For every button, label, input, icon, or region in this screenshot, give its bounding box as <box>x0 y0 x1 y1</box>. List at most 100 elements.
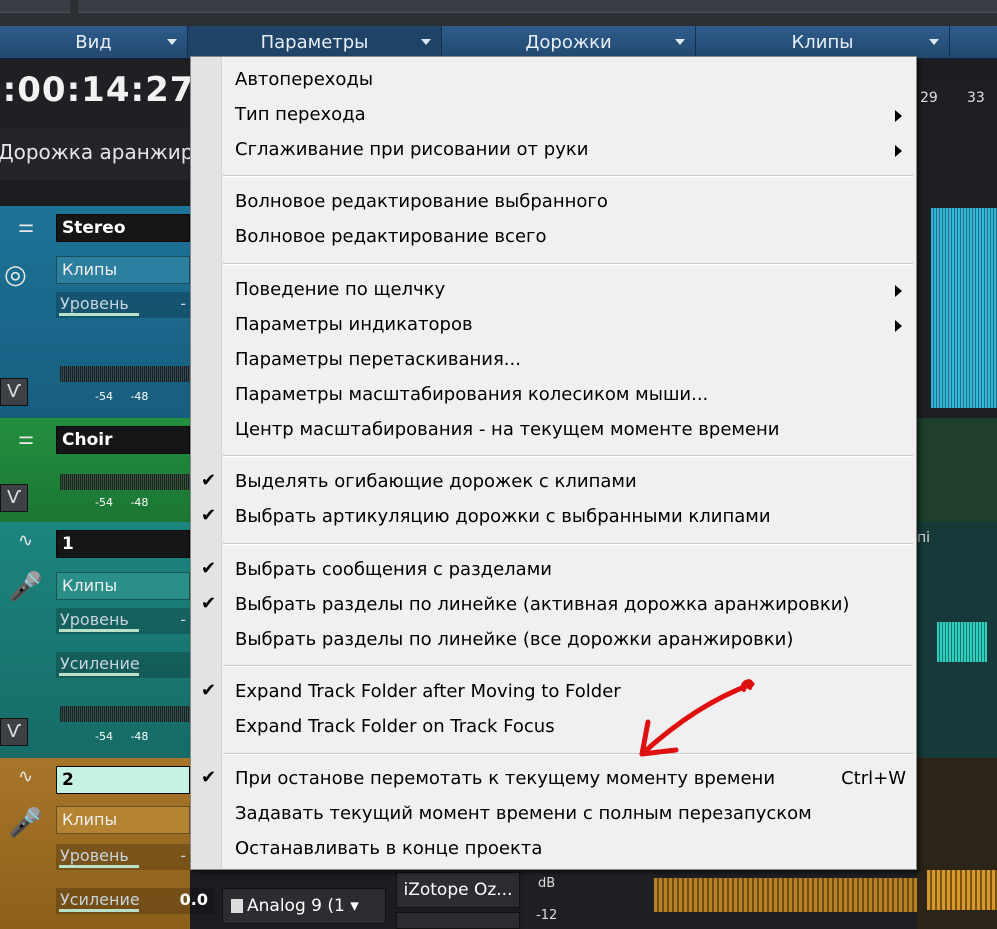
track-1-lane: пі <box>917 522 997 758</box>
checkmark-icon: ✔ <box>201 680 217 701</box>
menu-item-label: Параметры индикаторов <box>235 314 473 335</box>
waveform-button[interactable]: Ѵ <box>0 378 28 406</box>
menu-item-set-now-full-restart[interactable]: Задавать текущий момент времени с полным… <box>191 797 916 831</box>
menu-item-wave-edit-all[interactable]: Волновое редактирование всего <box>191 220 916 254</box>
level-meter <box>60 474 190 490</box>
clips-selector[interactable]: Клипы <box>56 806 190 834</box>
menu-item-label: Задавать текущий момент времени с полным… <box>235 803 812 824</box>
level-label: Уровень <box>60 294 129 313</box>
gain-label: Усиление <box>60 890 140 909</box>
clips-selector[interactable]: Клипы <box>56 256 190 284</box>
level-slider[interactable]: Уровень - <box>56 608 190 634</box>
level-meter <box>60 366 190 382</box>
level-value: - <box>180 294 186 313</box>
track-name-field[interactable]: Choir <box>56 426 190 454</box>
gain-slider[interactable]: Усиление <box>56 652 190 678</box>
toolbar-segment <box>0 0 70 13</box>
menu-item-stop-at-project-end[interactable]: Останавливать в конце проекта <box>191 832 916 866</box>
checkmark-icon: ✔ <box>201 593 217 614</box>
menu-item-label: Expand Track Folder on Track Focus <box>235 716 555 737</box>
menu-item-select-track-envelopes[interactable]: ✔ Выделять огибающие дорожек с клипами <box>191 465 916 499</box>
gain-label: Усиление <box>60 654 140 673</box>
menu-view-label: Вид <box>75 31 112 53</box>
menu-view[interactable]: Вид <box>0 26 188 58</box>
menu-clips[interactable]: Клипы <box>696 26 950 58</box>
chevron-down-icon: ▾ <box>350 896 359 916</box>
clips-selector[interactable]: Клипы <box>56 572 190 600</box>
analog-plugin-slot[interactable]: Analog 9 (1 ▾ <box>222 888 386 924</box>
track-settings-icon[interactable]: ⚌ <box>18 428 34 449</box>
menu-item-expand-folder-after-move[interactable]: ✔ Expand Track Folder after Moving to Fo… <box>191 675 916 709</box>
chevron-down-icon <box>675 39 685 45</box>
track-settings-icon[interactable]: ⚌ <box>18 216 34 237</box>
arrangement-track-label[interactable]: Дорожка аранжир <box>0 140 194 164</box>
menu-item-return-to-now-on-stop[interactable]: ✔ При останове перемотать к текущему мом… <box>191 762 916 796</box>
menu-item-mouse-wheel-zoom-options[interactable]: Параметры масштабирования колесиком мыши… <box>191 378 916 412</box>
menu-item-select-track-articulation[interactable]: ✔ Выбрать артикуляцию дорожки с выбранны… <box>191 500 916 534</box>
track-1-waveform <box>937 622 987 662</box>
track-2-lane <box>917 758 997 929</box>
menu-item-meter-options[interactable]: Параметры индикаторов <box>191 308 916 342</box>
level-label: Уровень <box>60 846 129 865</box>
waveform-button[interactable]: Ѵ <box>0 484 28 512</box>
menu-item-label: Поведение по щелчку <box>235 279 446 300</box>
menu-item-label: Автопереходы <box>235 69 374 90</box>
plugin-slot[interactable] <box>396 912 520 929</box>
menu-item-drag-options[interactable]: Параметры перетаскивания... <box>191 343 916 377</box>
menu-item-label: Тип перехода <box>235 104 366 125</box>
track-1[interactable]: ∿ 🎤 1 Клипы Уровень - Усиление -54 -48 Ѵ <box>0 522 190 758</box>
menu-item-auto-crossfades[interactable]: Автопереходы <box>191 63 916 97</box>
clip-area[interactable] <box>654 870 917 929</box>
track-name-field[interactable]: 2 <box>56 766 190 794</box>
turntable-icon: ◎ <box>4 260 27 290</box>
track-view-pane[interactable]: пі <box>917 118 997 929</box>
izotope-plugin-slot[interactable]: iZotope Oz... <box>396 872 520 908</box>
track-2[interactable]: ∿ 🎤 2 Клипы Уровень - Усиление 0.0 <box>0 758 214 929</box>
ruler-mark: 33 <box>967 90 985 106</box>
gain-bar <box>59 673 139 676</box>
menu-tracks[interactable]: Дорожки <box>442 26 696 58</box>
menu-item-label: Волновое редактирование выбранного <box>235 191 608 212</box>
submenu-arrow-icon <box>895 285 902 297</box>
menu-options[interactable]: Параметры <box>188 26 442 58</box>
chevron-down-icon <box>421 39 431 45</box>
menu-item-select-sections-active-arranger[interactable]: ✔ Выбрать разделы по линейке (активная д… <box>191 588 916 622</box>
level-label: Уровень <box>60 610 129 629</box>
menu-item-wave-edit-selected[interactable]: Волновое редактирование выбранного <box>191 185 916 219</box>
menu-item-label: Выбрать разделы по линейке (активная дор… <box>235 594 850 615</box>
track-name-field[interactable]: Stereo <box>56 214 190 242</box>
menu-item-crossfade-type[interactable]: Тип перехода <box>191 98 916 132</box>
menu-separator <box>223 665 913 667</box>
level-bar <box>59 629 139 632</box>
menu-item-freehand-smoothing[interactable]: Сглаживание при рисовании от руки <box>191 133 916 167</box>
checkmark-icon: ✔ <box>201 470 217 491</box>
timeline-ruler[interactable]: 29 33 <box>917 80 997 118</box>
menu-separator <box>223 175 913 177</box>
audio-clip-waveform <box>654 878 917 912</box>
menu-item-zoom-center-now[interactable]: Центр масштабирования - на текущем момен… <box>191 413 916 447</box>
gain-value: 0.0 <box>179 890 208 909</box>
level-slider[interactable]: Уровень - <box>56 844 190 870</box>
menu-options-label: Параметры <box>260 31 369 53</box>
menu-item-select-events-with-sections[interactable]: ✔ Выбрать сообщения с разделами <box>191 553 916 587</box>
track-stereo[interactable]: ⚌ ◎ Stereo Клипы Уровень - -54 -48 Ѵ <box>0 206 190 418</box>
waveform-button[interactable]: Ѵ <box>0 718 28 746</box>
menu-item-select-sections-all-arrangers[interactable]: Выбрать разделы по линейке (все дорожки … <box>191 623 916 657</box>
menu-item-click-behavior[interactable]: Поведение по щелчку <box>191 273 916 307</box>
level-slider[interactable]: Уровень - <box>56 292 190 318</box>
track-name-field[interactable]: 1 <box>56 530 190 558</box>
gain-slider[interactable]: Усиление 0.0 <box>56 888 214 914</box>
menu-item-label: Expand Track Folder after Moving to Fold… <box>235 681 621 702</box>
menu-separator <box>223 543 913 545</box>
level-bar <box>59 313 139 316</box>
menu-item-label: Выбрать разделы по линейке (все дорожки … <box>235 629 794 650</box>
time-display[interactable]: 0:00:14:27 <box>0 70 194 110</box>
menu-tracks-label: Дорожки <box>525 31 612 53</box>
microphone-icon: 🎤 <box>8 570 43 603</box>
menu-item-label: Выбрать артикуляцию дорожки с выбранными… <box>235 506 771 527</box>
checkmark-icon: ✔ <box>201 767 217 788</box>
menu-item-expand-folder-on-focus[interactable]: Expand Track Folder on Track Focus <box>191 710 916 744</box>
meter-ticks: -54 -48 <box>95 730 149 743</box>
track-choir[interactable]: ⚌ Choir -54 -48 Ѵ <box>0 418 190 522</box>
db-label: dB <box>538 876 556 891</box>
